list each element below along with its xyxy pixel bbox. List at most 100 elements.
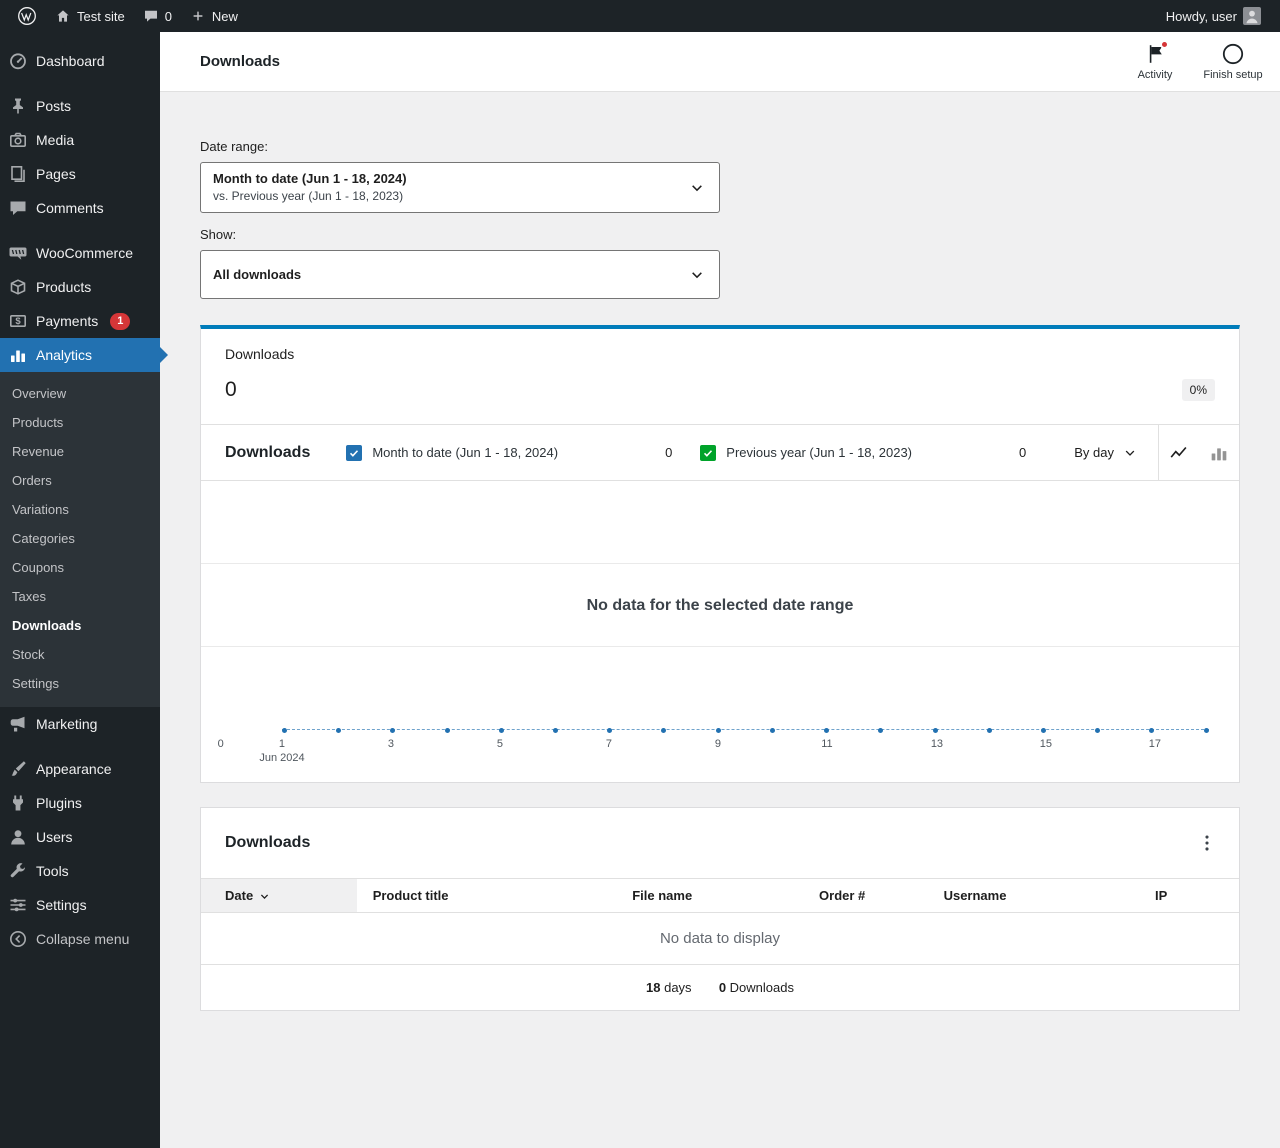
dashboard-icon (8, 51, 28, 71)
admin-bar: Test site 0 New Howdy, user (0, 0, 1280, 32)
sidebar-item-posts[interactable]: Posts (0, 89, 160, 123)
users-icon (8, 827, 28, 847)
downloads-chart-card: Downloads 0 0% Downloads Month to date ( (200, 325, 1240, 784)
sidebar-item-products[interactable]: Products (0, 270, 160, 304)
table-summary: 18 days 0 Downloads (201, 965, 1239, 1010)
sidebar-item-users[interactable]: Users (0, 820, 160, 854)
sidebar-item-appearance[interactable]: Appearance (0, 752, 160, 786)
downloads-label: Downloads (729, 980, 794, 996)
sidebar-item-label: WooCommerce (36, 245, 133, 261)
y-axis-zero-label: 0 (217, 738, 224, 751)
collapse-arrow-icon (8, 929, 28, 949)
column-header-product-title[interactable]: Product title (356, 878, 617, 914)
wordpress-logo[interactable] (8, 0, 46, 32)
sidebar-item-dashboard[interactable]: Dashboard (0, 44, 160, 78)
comments-icon (8, 198, 28, 218)
sidebar-item-settings[interactable]: Settings (0, 888, 160, 922)
chevron-down-icon (688, 266, 706, 284)
legend-item-current-period[interactable]: Month to date (Jun 1 - 18, 2024) 0 (346, 444, 700, 461)
column-header-file-name[interactable]: File name (616, 878, 804, 914)
sidebar-item-payments[interactable]: $ Payments 1 (0, 304, 160, 338)
sidebar-item-media[interactable]: Media (0, 123, 160, 157)
sidebar-item-comments[interactable]: Comments (0, 191, 160, 225)
legend-item-previous-period[interactable]: Previous year (Jun 1 - 18, 2023) 0 (700, 444, 1054, 461)
media-icon (8, 130, 28, 150)
column-header-order[interactable]: Order # (803, 878, 928, 914)
progress-circle-icon (1221, 42, 1245, 66)
show-filter-value: All downloads (213, 266, 302, 282)
submenu-item-taxes[interactable]: Taxes (0, 582, 160, 611)
bar-chart-button[interactable] (1199, 425, 1239, 480)
site-name: Test site (77, 8, 125, 24)
sidebar-item-woocommerce[interactable]: WooCommerce (0, 236, 160, 270)
sidebar-item-label: Products (36, 279, 92, 295)
show-filter-select[interactable]: All downloads (200, 250, 720, 300)
plugins-icon (8, 793, 28, 813)
submenu-item-settings[interactable]: Settings (0, 669, 160, 698)
page-content: Date range: Month to date (Jun 1 - 18, 2… (160, 92, 1280, 1051)
payments-count-badge: 1 (110, 312, 131, 330)
submenu-item-coupons[interactable]: Coupons (0, 553, 160, 582)
collapse-menu-label: Collapse menu (36, 931, 130, 947)
payments-icon: $ (8, 311, 28, 331)
summary-number-tile[interactable]: Downloads 0 0% (201, 329, 1239, 426)
new-content-link[interactable]: New (181, 0, 247, 32)
comment-bubble-icon (143, 8, 159, 24)
submenu-item-orders[interactable]: Orders (0, 466, 160, 495)
finish-setup-label: Finish setup (1203, 69, 1263, 81)
sidebar-item-plugins[interactable]: Plugins (0, 786, 160, 820)
submenu-item-products[interactable]: Products (0, 408, 160, 437)
column-header-ip[interactable]: IP (1083, 878, 1239, 914)
checkbox-checked-icon[interactable] (700, 444, 717, 461)
summary-value: 0 (225, 378, 237, 402)
activity-panel-button[interactable]: Activity (1116, 37, 1194, 86)
summary-label: Downloads (225, 346, 295, 363)
chart-header: Downloads Month to date (Jun 1 - 18, 202… (201, 425, 1239, 482)
date-range-select[interactable]: Month to date (Jun 1 - 18, 2024) vs. Pre… (200, 162, 720, 214)
flag-icon (1143, 40, 1169, 66)
sort-descending-icon (258, 890, 271, 903)
submenu-item-downloads[interactable]: Downloads (0, 611, 160, 640)
legend-label: Previous year (Jun 1 - 18, 2023) (726, 445, 913, 461)
chevron-down-icon (1122, 445, 1138, 461)
sidebar-item-marketing[interactable]: Marketing (0, 707, 160, 741)
line-chart-button[interactable] (1159, 425, 1199, 480)
submenu-item-revenue[interactable]: Revenue (0, 437, 160, 466)
sidebar-item-label: Payments (36, 313, 99, 329)
kebab-menu-icon (1196, 832, 1218, 854)
column-header-username[interactable]: Username (927, 878, 1084, 914)
menu-separator (0, 78, 160, 89)
collapse-menu-button[interactable]: Collapse menu (0, 922, 160, 956)
interval-select[interactable]: By day (1054, 445, 1158, 461)
chart-x-axis: 0 1 3 5 7 9 11 13 15 17 Jun 2024 (201, 730, 1239, 782)
submenu-item-categories[interactable]: Categories (0, 524, 160, 553)
legend-label: Month to date (Jun 1 - 18, 2024) (372, 445, 559, 461)
column-header-date[interactable]: Date (201, 878, 357, 914)
finish-setup-button[interactable]: Finish setup (1194, 37, 1272, 86)
date-range-value: Month to date (Jun 1 - 18, 2024) (213, 171, 407, 186)
sidebar-item-label: Settings (36, 897, 87, 913)
sidebar-item-analytics[interactable]: Analytics (0, 338, 168, 372)
table-options-button[interactable] (1189, 825, 1225, 861)
submenu-item-stock[interactable]: Stock (0, 640, 160, 669)
comments-link[interactable]: 0 (134, 0, 181, 32)
chart-empty-message: No data for the selected date range (586, 596, 854, 614)
sidebar-item-tools[interactable]: Tools (0, 854, 160, 888)
sidebar-item-label: Dashboard (36, 53, 105, 69)
howdy-text: Howdy, user (1165, 8, 1237, 24)
home-icon (55, 8, 71, 24)
sidebar-item-pages[interactable]: Pages (0, 157, 160, 191)
interval-value: By day (1074, 445, 1114, 461)
account-menu[interactable]: Howdy, user (1157, 0, 1270, 32)
submenu-item-variations[interactable]: Variations (0, 495, 160, 524)
sidebar-item-label: Users (36, 829, 73, 845)
days-count: 18 (646, 980, 661, 996)
page-header: Downloads Activity Finish setup (160, 32, 1280, 92)
marketing-icon (8, 714, 28, 734)
checkbox-checked-icon[interactable] (346, 444, 363, 461)
unread-notification-dot (1160, 40, 1169, 49)
site-name-link[interactable]: Test site (46, 0, 134, 32)
admin-sidebar: Dashboard Posts Media Pages Comments Woo… (0, 32, 168, 1148)
submenu-item-overview[interactable]: Overview (0, 379, 160, 408)
chart-type-toggle (1158, 425, 1239, 481)
